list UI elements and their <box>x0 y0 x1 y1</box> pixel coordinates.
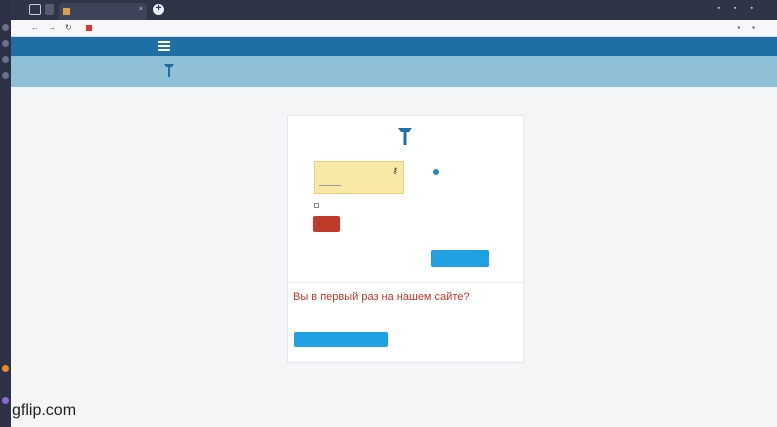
bookmark-icon[interactable]: ▪ <box>737 23 752 32</box>
login-button[interactable] <box>313 216 340 232</box>
forward-icon[interactable]: → <box>48 23 65 32</box>
browser-sidebar <box>0 0 11 427</box>
address-bar-actions: ▪▪ <box>737 23 767 32</box>
site-header <box>11 37 777 56</box>
remember-username[interactable] <box>314 203 322 209</box>
url-field[interactable] <box>86 25 95 32</box>
create-account-button[interactable] <box>294 332 388 347</box>
signup-title: Вы в первый раз на нашем сайте? <box>293 291 470 303</box>
password-field[interactable] <box>319 185 341 186</box>
nav-controls: ←→↻ <box>31 23 81 32</box>
guest-login-button[interactable] <box>431 250 489 267</box>
site-logo-icon <box>398 128 412 145</box>
site-security-icon[interactable] <box>86 25 92 31</box>
favicon-icon <box>63 8 70 15</box>
tab-bar: × + ▪▪▪ <box>11 0 777 20</box>
login-credentials-field[interactable]: ⚷ <box>314 161 404 194</box>
reload-icon[interactable]: ↻ <box>65 23 81 32</box>
remember-checkbox[interactable] <box>314 203 319 208</box>
sidebar-icon[interactable] <box>2 56 9 63</box>
sidebar-icon[interactable] <box>2 72 9 79</box>
tab-group-icon[interactable] <box>45 4 54 15</box>
menu-icon[interactable]: ▪ <box>751 5 767 12</box>
site-banner <box>11 56 777 87</box>
menu-hamburger-icon[interactable] <box>158 41 170 52</box>
login-help <box>431 163 511 183</box>
maximize-icon[interactable]: ▪ <box>734 5 750 12</box>
sidebar-icon[interactable] <box>2 40 9 47</box>
login-card: ⚷ Вы в первый раз на нашем сайте? <box>287 115 524 363</box>
browser-tab[interactable]: × <box>59 3 147 20</box>
back-icon[interactable]: ← <box>31 23 48 32</box>
site-logo-icon[interactable] <box>163 62 175 78</box>
window-controls[interactable]: ▪▪▪ <box>718 5 767 12</box>
address-bar: ←→↻ ▪▪ <box>11 20 777 37</box>
cookies-note <box>431 169 511 177</box>
download-icon[interactable]: ▪ <box>752 23 767 32</box>
minimize-icon[interactable]: ▪ <box>718 5 734 12</box>
app-icon[interactable] <box>2 397 9 404</box>
help-icon[interactable] <box>433 169 439 175</box>
key-icon[interactable]: ⚷ <box>392 166 398 175</box>
sidebar-icon[interactable] <box>2 24 9 31</box>
tab-list-icon[interactable] <box>29 4 41 15</box>
new-tab-button[interactable]: + <box>153 4 164 15</box>
divider <box>288 282 523 283</box>
app-icon[interactable] <box>2 365 9 372</box>
watermark: gflip.com <box>12 402 77 419</box>
close-tab-icon[interactable]: × <box>139 6 143 13</box>
